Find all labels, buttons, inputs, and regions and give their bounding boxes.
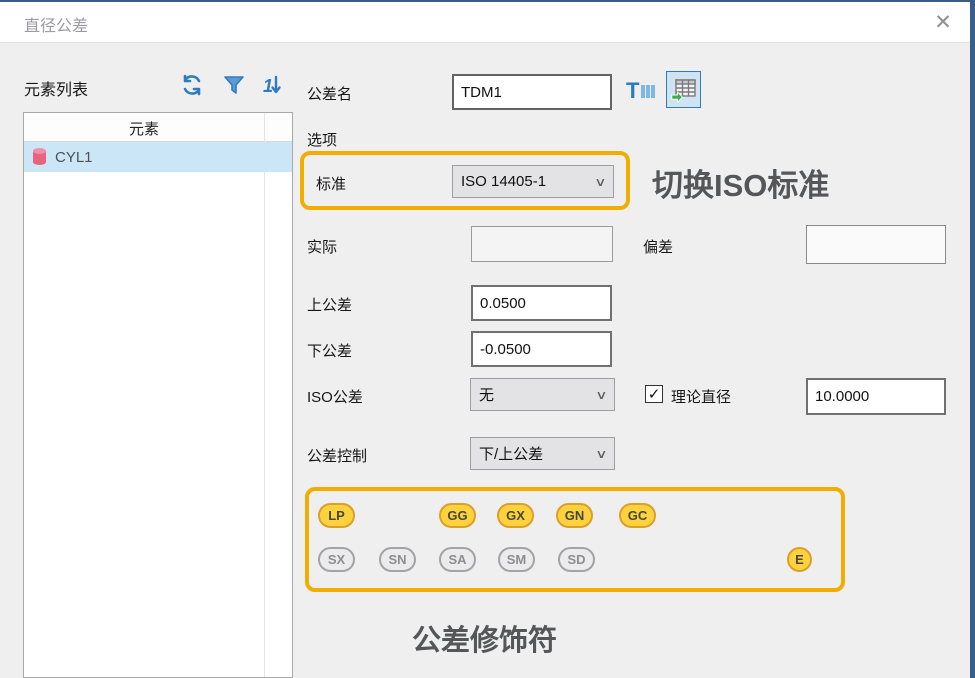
element-column-header: 元素 [24,118,264,139]
deviation-label: 偏差 [643,236,673,257]
modifier-gx-button[interactable]: GX [497,503,534,528]
modifier-sa-button[interactable]: SA [439,547,476,572]
options-label: 选项 [307,129,337,150]
modifier-sd-button[interactable]: SD [558,547,595,572]
deviation-input [806,225,946,264]
tolerance-control-value: 下/上公差 [479,443,543,464]
refresh-icon[interactable] [179,72,205,98]
theoretical-diameter-label: 理论直径 [671,386,731,407]
modifier-sx-button[interactable]: SX [318,547,355,572]
theoretical-diameter-checkbox[interactable]: ✓ [645,385,663,403]
list-item-cyl1[interactable]: CYL1 [24,142,292,172]
upper-tolerance-input[interactable]: 0.0500 [471,285,612,321]
upper-tolerance-label: 上公差 [307,294,352,315]
modifier-sm-button[interactable]: SM [498,547,535,572]
modifier-sn-button[interactable]: SN [379,547,416,572]
svg-text:1: 1 [263,76,273,96]
list-item-label: CYL1 [55,149,93,166]
standard-dropdown[interactable]: ISO 14405-1 ∨ [452,165,614,198]
tolerance-name-input[interactable]: TDM1 [452,74,612,110]
close-icon[interactable]: ✕ [926,6,960,38]
modifier-gn-button[interactable]: GN [556,503,593,528]
chevron-down-icon: ∨ [594,175,606,189]
iso-tolerance-dropdown[interactable]: 无 ∨ [470,378,615,411]
column-divider [264,113,265,677]
modifier-lp-button[interactable]: LP [318,503,355,528]
filter-icon[interactable] [221,72,247,98]
standard-annotation: 切换ISO标准 [652,160,829,205]
iso-tolerance-value: 无 [479,384,494,405]
element-list-header: 元素 [24,113,292,142]
svg-text:T: T [626,78,640,103]
standard-label: 标准 [316,173,346,194]
actual-input [471,226,613,262]
diameter-tolerance-dialog: 直径公差 ✕ 元素列表 1 元素 [0,0,975,678]
sort-icon[interactable]: 1 [259,72,285,98]
window-border-right [970,0,975,678]
modifier-gc-button[interactable]: GC [619,503,656,528]
theoretical-diameter-input[interactable]: 10.0000 [806,378,946,415]
titlebar: 直径公差 ✕ [0,0,975,43]
element-list-title: 元素列表 [24,76,88,100]
dialog-title: 直径公差 [24,12,88,36]
add-to-report-icon[interactable] [666,71,701,108]
tolerance-control-dropdown[interactable]: 下/上公差 ∨ [470,437,615,470]
cylinder-icon [31,147,48,167]
modifiers-annotation: 公差修饰符 [412,617,557,659]
tolerance-name-label: 公差名 [307,83,352,104]
modifier-envelope-button[interactable]: E [787,547,812,572]
lower-tolerance-input[interactable]: -0.0500 [471,331,612,367]
element-list: 元素 CYL1 [23,112,293,678]
lower-tolerance-label: 下公差 [307,340,352,361]
tolerance-control-label: 公差控制 [307,445,367,466]
chevron-down-icon: ∨ [595,447,607,461]
actual-label: 实际 [307,236,337,257]
iso-tolerance-label: ISO公差 [307,386,363,407]
chevron-down-icon: ∨ [595,388,607,402]
standard-value: ISO 14405-1 [461,173,546,190]
window-border-top [0,0,975,2]
modifier-gg-button[interactable]: GG [439,503,476,528]
text-columns-icon[interactable]: T [626,77,656,105]
